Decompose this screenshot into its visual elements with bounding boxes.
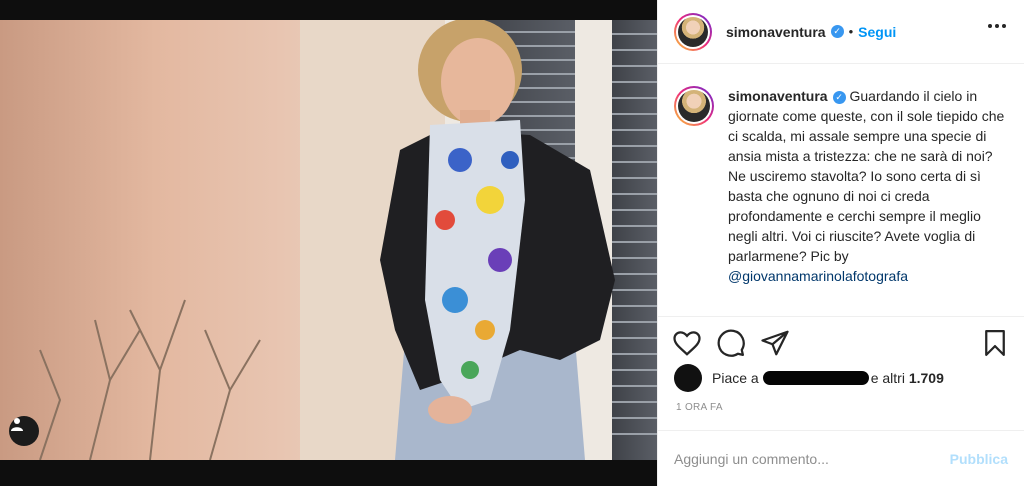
photographer-mention-link[interactable]: @giovannamarinolafotografa [728,268,908,284]
caption-text: simonaventura ✓ Guardando il cielo in gio… [728,86,1010,286]
caption: simonaventura ✓ Guardando il cielo in gio… [674,86,1014,286]
bookmark-icon[interactable] [980,328,1010,358]
person-icon [11,418,23,431]
redacted-username [762,371,869,385]
likes-suffix: e altri [870,370,905,386]
caption-line: Guardando il cielo [849,88,963,104]
comment-box: Pubblica [658,430,1024,486]
action-bar [658,316,1024,370]
caption-line: Voi ci riuscite? Avete voglia di [791,228,976,244]
user-tag-icon[interactable] [9,416,39,446]
photo-illustration [0,0,657,486]
more-options-icon[interactable] [988,24,1006,28]
follow-button[interactable]: Segui [858,24,896,40]
post-sidebar: simonaventura ✓ • Segui simonaventura ✓ G… [657,0,1024,486]
post-header: simonaventura ✓ • Segui [658,0,1024,64]
likes-summary[interactable]: Piace a e altri 1.709 [674,364,944,392]
separator: • [848,24,854,39]
username[interactable]: simonaventura [726,24,826,40]
caption-line: parlarmene? Pic by [728,248,849,264]
publish-button[interactable]: Pubblica [950,451,1008,467]
post-timestamp[interactable]: 1 ORA FA [676,402,723,413]
verified-badge-icon: ✓ [830,25,844,38]
caption-avatar[interactable] [674,86,714,126]
comment-input[interactable] [674,450,950,467]
paper-plane-icon[interactable] [760,328,790,358]
heart-icon[interactable] [672,328,702,358]
avatar[interactable] [674,12,712,51]
likes-prefix: Piace a [712,370,759,386]
caption-username[interactable]: simonaventura [728,88,828,104]
comment-icon[interactable] [716,328,746,358]
instagram-post: simonaventura ✓ • Segui simonaventura ✓ G… [0,0,1024,486]
liker-avatar[interactable] [674,364,702,392]
likes-count[interactable]: 1.709 [909,370,944,386]
verified-badge-icon: ✓ [832,91,846,104]
post-photo[interactable] [0,0,657,486]
